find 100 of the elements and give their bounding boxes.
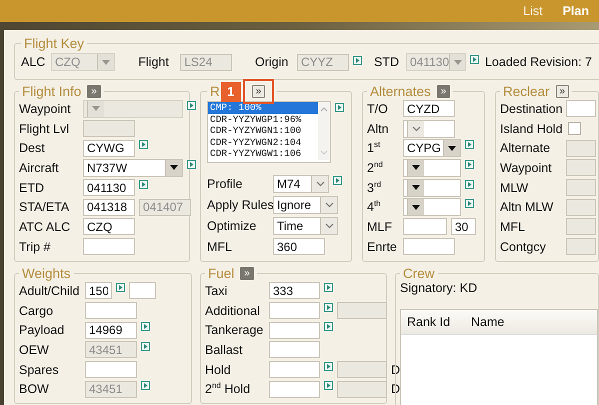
play-square-icon[interactable]: [141, 322, 150, 332]
field-label: ATC ALC: [19, 220, 72, 234]
text-field[interactable]: 041130: [83, 179, 135, 196]
column-header[interactable]: Name: [465, 315, 551, 329]
section-title: Flight Info: [22, 84, 82, 99]
field-label: Tankerage: [205, 323, 264, 338]
play-square-icon[interactable]: [324, 362, 333, 371]
field-label: Aircraft: [19, 160, 60, 175]
field-label: Flight Lvl: [19, 122, 70, 136]
text-field[interactable]: [403, 238, 455, 256]
field-label: 2$^{nd}$: [367, 160, 384, 175]
field-label: STD: [372, 55, 400, 69]
play-square-icon[interactable]: [335, 103, 344, 112]
play-square-icon[interactable]: [139, 140, 148, 150]
list-item[interactable]: CMP: 100%: [208, 102, 318, 114]
field-label: Alternate: [500, 141, 552, 156]
field-label: ALC: [21, 55, 46, 69]
text-field[interactable]: CYZD: [403, 100, 455, 118]
field-label: 1$^{st}$: [367, 141, 382, 156]
text-field[interactable]: [566, 100, 596, 118]
dropdown-arrow-icon: [412, 165, 420, 170]
expand-button[interactable]: »: [436, 85, 450, 98]
field-label: Trip #: [19, 240, 52, 254]
text-field[interactable]: CZQ: [83, 218, 135, 236]
expand-button[interactable]: »: [87, 85, 101, 98]
text-field[interactable]: [269, 341, 320, 358]
play-square-icon[interactable]: [139, 180, 148, 189]
text-field[interactable]: [83, 238, 135, 256]
text-field[interactable]: 041318: [83, 198, 135, 216]
field-label: OEW: [19, 342, 50, 357]
text-field[interactable]: [269, 302, 320, 320]
text-field[interactable]: [269, 380, 320, 398]
route-list[interactable]: CMP: 100% CDR-YYZYWGP1:96% CDR-YYZYWGN1:100 CDR-YYZYWGN2:104 CDR-YYZYWGW1:106: [207, 101, 331, 163]
dropdown-arrow-icon: [92, 106, 100, 112]
section-title: Flight Key: [24, 36, 84, 51]
section-title: Crew: [403, 266, 435, 281]
text-field[interactable]: [269, 322, 320, 339]
text-field[interactable]: 30: [451, 218, 476, 236]
expand-button[interactable]: »: [252, 85, 266, 98]
text-field[interactable]: 14969: [85, 322, 137, 339]
text-field[interactable]: 360: [273, 238, 325, 255]
dropdown-field[interactable]: Time: [273, 216, 338, 234]
field-label: ETD: [19, 180, 45, 195]
field-label: Payload: [19, 323, 66, 338]
dropdown-field[interactable]: [403, 198, 461, 216]
dropdown-field[interactable]: [403, 178, 461, 197]
chevron-down-icon: [412, 126, 420, 132]
field-label: Spares: [19, 362, 60, 377]
play-square-icon[interactable]: [324, 283, 333, 292]
chevron-down-icon: [324, 202, 334, 208]
play-square-icon[interactable]: [465, 180, 474, 189]
play-square-icon[interactable]: [324, 322, 333, 332]
dropdown-field[interactable]: CYPG: [403, 139, 461, 158]
field-label: Origin: [254, 55, 290, 69]
play-square-icon[interactable]: [465, 140, 474, 150]
dropdown-field[interactable]: Ignore: [273, 196, 338, 214]
list-item[interactable]: CDR-YYZYWGN2:104: [208, 136, 318, 148]
field-label: 4$^{th}$: [367, 200, 382, 214]
dropdown-field[interactable]: N737W: [83, 158, 183, 177]
field-label: Altn MLW: [500, 200, 554, 214]
dropdown-arrow-icon: [170, 165, 178, 170]
play-square-icon[interactable]: [465, 199, 474, 208]
field-label: Waypoint: [500, 160, 553, 175]
field-label: T/O: [367, 102, 389, 116]
column-header[interactable]: Rank Id: [401, 315, 465, 329]
text-field[interactable]: [85, 361, 137, 378]
field-label: Optimize: [207, 218, 258, 232]
field-label: Hold: [205, 362, 232, 377]
field-label: STA/ETA: [19, 200, 70, 214]
play-square-icon[interactable]: [187, 160, 196, 170]
list-item[interactable]: CDR-YYZYWGW1:106: [208, 148, 318, 160]
list-item[interactable]: CDR-YYZYWGP1:96%: [208, 114, 318, 126]
dropdown-field[interactable]: [403, 158, 461, 177]
section-title: Fuel: [208, 266, 234, 281]
expand-button[interactable]: »: [240, 267, 254, 280]
field-label: Contgcy: [500, 240, 547, 254]
field-label: 2$^{nd}$ Hold: [205, 382, 252, 396]
scrollbar[interactable]: [318, 102, 330, 160]
revision-label: Loaded Revision: 7: [484, 55, 592, 69]
dropdown-field[interactable]: M74: [273, 174, 329, 192]
play-square-icon[interactable]: [324, 381, 333, 390]
play-square-icon[interactable]: [465, 160, 474, 170]
play-square-icon[interactable]: [333, 176, 342, 185]
dropdown-arrow-icon: [454, 60, 462, 64]
text-field[interactable]: [269, 361, 320, 378]
text-field[interactable]: [403, 218, 447, 236]
play-square-icon[interactable]: [116, 283, 125, 292]
text-field[interactable]: [85, 302, 137, 320]
list-item[interactable]: CDR-YYZYWGN1:100: [208, 125, 318, 137]
field-label: 3$^{rd}$: [367, 180, 382, 195]
text-field[interactable]: CYWG: [83, 140, 135, 157]
play-square-icon[interactable]: [324, 302, 333, 312]
field-label: MFL: [207, 240, 233, 254]
dropdown-field[interactable]: [403, 120, 455, 138]
expand-button[interactable]: »: [556, 85, 570, 98]
text-field[interactable]: [129, 282, 156, 300]
field-label: Flight: [137, 55, 170, 69]
field-label: Ballast: [205, 342, 244, 357]
checkbox[interactable]: [568, 122, 581, 136]
text-field[interactable]: 333: [269, 282, 320, 300]
